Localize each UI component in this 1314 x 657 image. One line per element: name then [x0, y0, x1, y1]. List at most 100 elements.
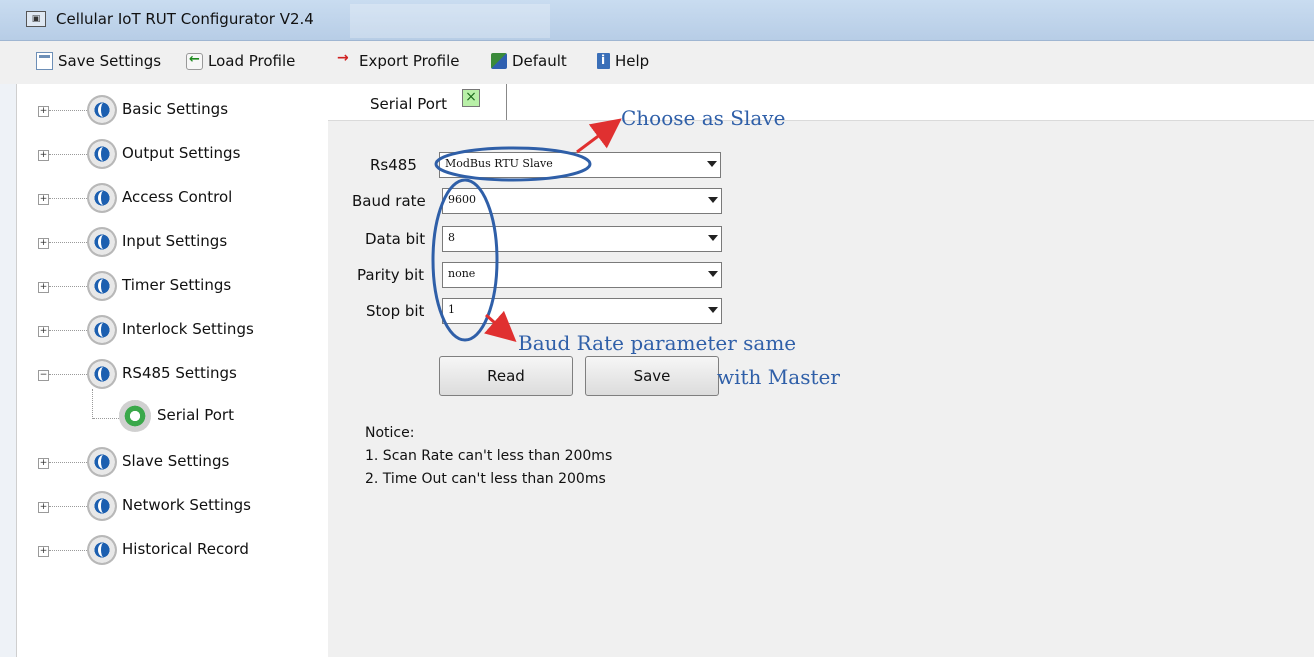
default-icon — [491, 53, 507, 69]
tree-item-historical-record[interactable]: + Historical Record — [17, 532, 317, 568]
expand-icon[interactable]: + — [38, 150, 49, 161]
chevron-down-icon — [708, 307, 718, 313]
expand-icon[interactable]: + — [38, 326, 49, 337]
data-bit-select[interactable]: 8 — [442, 226, 722, 252]
tree-connector — [49, 286, 89, 287]
default-button[interactable]: Default — [491, 50, 567, 72]
tree-item-output-settings[interactable]: + Output Settings — [17, 136, 317, 172]
tree-item-network-settings[interactable]: + Network Settings — [17, 488, 317, 524]
collapse-icon[interactable]: − — [38, 370, 49, 381]
tree-connector — [49, 154, 89, 155]
annotation-baud-rate-line2: with Master — [717, 365, 840, 389]
gear-icon — [87, 139, 117, 169]
help-button[interactable]: Help — [597, 50, 649, 72]
chevron-down-icon — [708, 235, 718, 241]
gear-icon — [87, 359, 117, 389]
tree-item-label: RS485 Settings — [122, 364, 237, 382]
app-icon: ▣ — [26, 11, 46, 27]
export-profile-button[interactable]: Export Profile — [336, 50, 460, 72]
tree-connector — [49, 506, 89, 507]
tree-connector — [93, 418, 121, 419]
gear-icon — [87, 491, 117, 521]
parity-bit-value: none — [448, 267, 476, 280]
parity-bit-label: Parity bit — [357, 266, 424, 284]
tree-connector — [49, 330, 89, 331]
expand-icon[interactable]: + — [38, 458, 49, 469]
gear-icon — [87, 183, 117, 213]
title-bar: ▣ Cellular IoT RUT Configurator V2.4 — [0, 0, 1314, 41]
tree-item-label: Interlock Settings — [122, 320, 254, 338]
tree-item-label: Output Settings — [122, 144, 241, 162]
tree-item-input-settings[interactable]: + Input Settings — [17, 224, 317, 260]
stop-bit-label: Stop bit — [366, 302, 425, 320]
save-settings-button[interactable]: Save Settings — [36, 50, 161, 72]
expand-icon[interactable]: + — [38, 238, 49, 249]
gear-icon — [87, 227, 117, 257]
export-arrow-icon — [336, 50, 354, 70]
tree-item-rs485-settings[interactable]: − RS485 Settings — [17, 356, 317, 392]
tree-connector — [49, 198, 89, 199]
default-label: Default — [512, 52, 567, 70]
chevron-down-icon — [708, 271, 718, 277]
tree-item-label: Network Settings — [122, 496, 251, 514]
left-edge-strip — [0, 84, 16, 657]
load-profile-button[interactable]: Load Profile — [186, 50, 295, 72]
tree-item-serial-port[interactable]: Serial Port — [17, 398, 317, 434]
help-label: Help — [615, 52, 650, 70]
expand-icon[interactable]: + — [38, 502, 49, 513]
data-bit-row: Data bit 8 — [328, 226, 728, 252]
close-icon[interactable]: × — [462, 89, 480, 107]
tab-serial-port[interactable]: Serial Port × — [340, 84, 507, 120]
rs485-label: Rs485 — [370, 156, 417, 174]
chevron-down-icon — [708, 197, 718, 203]
stop-bit-row: Stop bit 1 — [328, 298, 728, 324]
tree-item-access-control[interactable]: + Access Control — [17, 180, 317, 216]
help-icon — [597, 53, 610, 69]
rs485-row: Rs485 ModBus RTU Slave — [328, 152, 728, 178]
load-profile-label: Load Profile — [208, 52, 296, 70]
tab-strip: Serial Port × — [328, 84, 1314, 121]
stop-bit-select[interactable]: 1 — [442, 298, 722, 324]
save-icon — [36, 52, 53, 70]
tree-item-basic-settings[interactable]: + Basic Settings — [17, 92, 317, 128]
tree-item-interlock-settings[interactable]: + Interlock Settings — [17, 312, 317, 348]
tree-item-label: Basic Settings — [122, 100, 229, 118]
baud-rate-row: Baud rate 9600 — [328, 188, 728, 214]
tree-connector — [49, 242, 89, 243]
parity-bit-select[interactable]: none — [442, 262, 722, 288]
baud-rate-select[interactable]: 9600 — [442, 188, 722, 214]
tree-item-label: Timer Settings — [122, 276, 232, 294]
settings-tree: + Basic Settings + Output Settings + Acc… — [16, 84, 329, 657]
tree-item-label: Historical Record — [122, 540, 249, 558]
baud-rate-value: 9600 — [448, 193, 476, 206]
toolbar: Save Settings Load Profile Export Profil… — [0, 41, 1314, 85]
notice-title: Notice: — [365, 425, 415, 441]
gear-icon — [87, 535, 117, 565]
expand-icon[interactable]: + — [38, 194, 49, 205]
tree-connector — [49, 550, 89, 551]
rs485-mode-value: ModBus RTU Slave — [445, 157, 553, 170]
expand-icon[interactable]: + — [38, 282, 49, 293]
annotation-baud-rate-line1: Baud Rate parameter same — [518, 331, 797, 355]
read-button[interactable]: Read — [439, 356, 573, 396]
tree-item-label: Serial Port — [157, 406, 234, 424]
tree-item-label: Input Settings — [122, 232, 228, 250]
gear-icon — [87, 95, 117, 125]
tab-label: Serial Port — [370, 95, 447, 113]
tree-connector — [49, 110, 89, 111]
chevron-down-icon — [707, 161, 717, 167]
tree-item-slave-settings[interactable]: + Slave Settings — [17, 444, 317, 480]
annotation-choose-slave: Choose as Slave — [621, 106, 786, 130]
stop-bit-value: 1 — [448, 303, 455, 316]
rs485-mode-select[interactable]: ModBus RTU Slave — [439, 152, 721, 178]
window-title: Cellular IoT RUT Configurator V2.4 — [56, 10, 314, 28]
save-settings-label: Save Settings — [58, 52, 162, 70]
tree-item-timer-settings[interactable]: + Timer Settings — [17, 268, 317, 304]
load-arrow-icon — [186, 52, 203, 70]
expand-icon[interactable]: + — [38, 106, 49, 117]
baud-rate-label: Baud rate — [352, 192, 426, 210]
save-button[interactable]: Save — [585, 356, 719, 396]
notice-line-1: 1. Scan Rate can't less than 200ms — [365, 448, 613, 464]
notice-line-2: 2. Time Out can't less than 200ms — [365, 471, 606, 487]
expand-icon[interactable]: + — [38, 546, 49, 557]
